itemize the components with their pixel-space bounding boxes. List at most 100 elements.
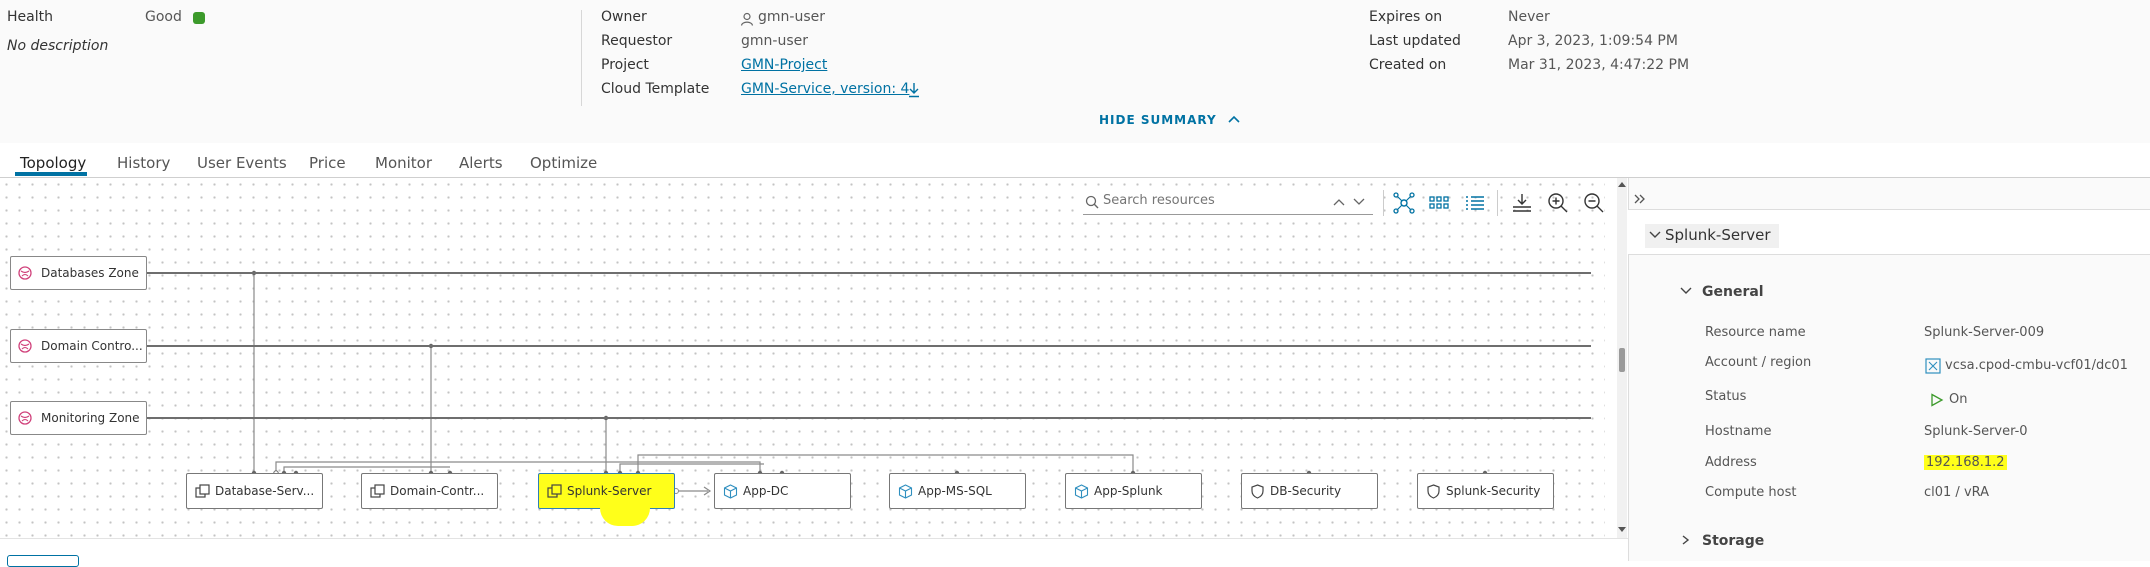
node-label: App-Splunk [1094, 484, 1163, 498]
zone-label: Monitoring Zone [41, 411, 140, 425]
resource-search [1083, 190, 1373, 215]
prop-label-address: Address [1705, 455, 1757, 470]
expires-value: Never [1508, 9, 1550, 25]
panel-resource-title[interactable]: Splunk-Server [1645, 224, 1779, 248]
chevron-down-icon [1649, 231, 1661, 238]
node-app-dc[interactable]: App-DC [714, 473, 851, 509]
tab-alerts[interactable]: Alerts [459, 154, 503, 172]
requestor-value: gmn-user [741, 33, 808, 49]
prop-label-status: Status [1705, 389, 1747, 404]
prop-label-account-region: Account / region [1705, 355, 1812, 370]
tab-optimize[interactable]: Optimize [530, 154, 597, 172]
chevron-up-icon[interactable] [1333, 197, 1345, 207]
download-icon[interactable] [907, 82, 921, 98]
description: No description [7, 38, 109, 54]
panel-title-text: Splunk-Server [1665, 226, 1771, 244]
zone-line-domain [147, 345, 1591, 347]
node-splunk-server[interactable]: Splunk-Server [538, 473, 675, 509]
tab-user-events[interactable]: User Events [197, 154, 287, 172]
storage-section-toggle[interactable]: Storage [1680, 533, 1764, 549]
project-link[interactable]: GMN-Project [741, 57, 827, 73]
tab-price[interactable]: Price [309, 154, 346, 172]
node-label: Splunk-Server [567, 484, 652, 498]
machine-icon [370, 484, 385, 498]
zone-databases[interactable]: Databases Zone [10, 256, 147, 290]
chevron-down-icon[interactable] [1353, 197, 1365, 207]
zone-label: Databases Zone [41, 266, 139, 280]
scroll-down-icon[interactable] [1617, 526, 1627, 534]
node-domain-controller[interactable]: Domain-Contr... [361, 473, 498, 509]
shield-icon [1251, 484, 1264, 499]
node-label: Database-Serv... [215, 484, 315, 498]
node-app-ms-sql[interactable]: App-MS-SQL [889, 473, 1026, 509]
zone-line-monitoring [147, 417, 1591, 419]
node-database-server[interactable]: Database-Serv... [186, 473, 323, 509]
topology-view-icon[interactable] [1393, 192, 1415, 214]
expires-label: Expires on [1369, 9, 1443, 25]
active-tab-indicator [15, 172, 87, 176]
hide-summary-button[interactable]: HIDE SUMMARY [1099, 113, 1240, 127]
storage-section-label: Storage [1702, 533, 1765, 549]
node-label: DB-Security [1270, 484, 1342, 498]
search-icon [1085, 195, 1099, 209]
scroll-up-icon[interactable] [1617, 180, 1627, 188]
zone-monitoring[interactable]: Monitoring Zone [10, 401, 147, 435]
toolbar-divider [1383, 190, 1384, 216]
tab-history[interactable]: History [117, 154, 170, 172]
node-splunk-security[interactable]: Splunk-Security [1417, 473, 1554, 509]
user-icon [740, 11, 754, 26]
requestor-label: Requestor [601, 33, 673, 49]
topology-canvas[interactable]: Databases Zone Domain Contro... Monitori… [0, 178, 1605, 538]
node-db-security[interactable]: DB-Security [1241, 473, 1378, 509]
created-value: Mar 31, 2023, 4:47:22 PM [1508, 57, 1690, 73]
vcenter-icon [1925, 358, 1941, 374]
tab-topology[interactable]: Topology [20, 154, 86, 172]
prop-value-hostname: Splunk-Server-0 [1924, 424, 2028, 439]
zone-icon [18, 339, 32, 353]
zone-label: Domain Contro... [41, 339, 143, 353]
tab-bar: Topology History User Events Price Monit… [0, 143, 2150, 178]
prop-label-compute-host: Compute host [1705, 485, 1797, 500]
scrollbar-thumb[interactable] [1619, 348, 1625, 372]
cube-icon [723, 484, 738, 499]
deployment-summary: Health Good No description Owner gmn-use… [0, 0, 2150, 143]
grid-view-icon[interactable] [1428, 192, 1450, 214]
owner-label: Owner [601, 9, 647, 25]
zone-domain-controllers[interactable]: Domain Contro... [10, 329, 147, 363]
summary-divider [581, 10, 582, 106]
chevron-right-icon [1682, 535, 1690, 545]
machine-icon [195, 484, 210, 498]
collapse-panel-icon[interactable] [1633, 192, 1647, 206]
node-label: Splunk-Security [1446, 484, 1541, 498]
search-input[interactable] [1101, 192, 1325, 209]
toolbar-divider [1497, 190, 1498, 216]
last-updated-value: Apr 3, 2023, 1:09:54 PM [1508, 33, 1678, 49]
zoom-out-icon[interactable] [1583, 192, 1605, 214]
node-app-splunk[interactable]: App-Splunk [1065, 473, 1202, 509]
tab-monitor[interactable]: Monitor [375, 154, 432, 172]
health-status-icon [193, 12, 205, 24]
list-view-icon[interactable] [1464, 192, 1486, 214]
prop-label-resource-name: Resource name [1705, 325, 1806, 340]
zone-line-databases [147, 272, 1591, 274]
prop-value-account-region: vcsa.cpod-cmbu-vcf01/dc01 [1945, 358, 2128, 373]
zone-icon [18, 411, 32, 425]
node-label: Domain-Contr... [390, 484, 485, 498]
owner-value: gmn-user [758, 9, 825, 25]
zoom-in-icon[interactable] [1547, 192, 1569, 214]
project-label: Project [601, 57, 649, 73]
prop-value-status: On [1949, 392, 1968, 407]
shield-icon [1427, 484, 1440, 499]
download-topology-icon[interactable] [1511, 192, 1533, 214]
cloud-template-label: Cloud Template [601, 81, 710, 97]
prop-value-address: 192.168.1.2 [1924, 455, 2007, 470]
last-updated-label: Last updated [1369, 33, 1461, 49]
prop-label-hostname: Hostname [1705, 424, 1772, 439]
chevron-up-icon [1228, 115, 1240, 123]
chevron-down-icon [1680, 287, 1692, 294]
general-section-toggle[interactable]: General [1680, 284, 1764, 300]
cloud-template-link[interactable]: GMN-Service, version: 4 [741, 81, 909, 97]
footer-button[interactable] [7, 555, 79, 567]
created-label: Created on [1369, 57, 1447, 73]
zone-icon [18, 266, 32, 280]
